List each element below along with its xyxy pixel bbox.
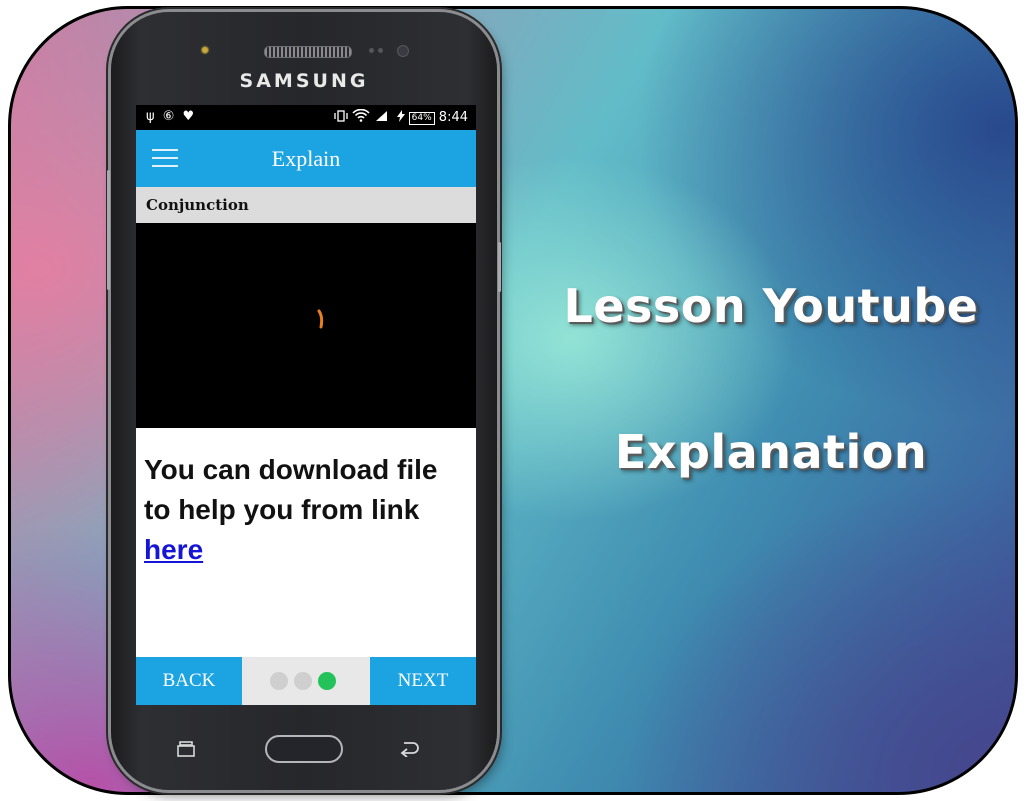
front-camera: [200, 45, 210, 55]
next-button[interactable]: NEXT: [370, 657, 476, 705]
back-button[interactable]: BACK: [136, 657, 242, 705]
battery-indicator: 64%: [408, 112, 435, 125]
content-line-1: You can download file: [144, 454, 438, 485]
sensor-dot: [369, 48, 374, 53]
headline-line2: Explanation: [614, 425, 928, 479]
vibrate-icon: [334, 110, 348, 122]
earpiece-speaker: [264, 46, 352, 58]
hardware-keys: [111, 717, 497, 767]
status-left-icons: ψ ⑥ ♥: [146, 109, 197, 124]
headline-line1: Lesson Youtube: [563, 279, 979, 333]
phone-device: SAMSUNG ψ ⑥ ♥ 64% 8:44 Explain Conjuncti…: [107, 12, 501, 790]
lesson-header: Conjunction: [136, 187, 476, 223]
clock: 8:44: [438, 110, 468, 125]
content-line-2: to help you from link: [144, 494, 420, 525]
home-button[interactable]: [265, 735, 343, 763]
page-title: Explain: [271, 146, 341, 171]
status-bar: ψ ⑥ ♥ 64% 8:44: [136, 105, 476, 130]
status-right: 64% 8:44: [334, 108, 468, 125]
proximity-sensor: [397, 45, 409, 57]
power-button: [498, 242, 501, 292]
brand-logo: SAMSUNG: [239, 70, 369, 92]
phone-screen: ψ ⑥ ♥ 64% 8:44 Explain Conjunction You c…: [136, 105, 476, 705]
youtube-video-player[interactable]: [136, 223, 476, 428]
download-link[interactable]: here: [144, 534, 203, 565]
signal-icon: [376, 111, 388, 121]
volume-button: [107, 170, 110, 290]
wifi-icon: [352, 108, 370, 122]
lesson-title: Conjunction: [146, 196, 249, 214]
page-dot-active: [318, 672, 336, 690]
charging-icon: [396, 110, 405, 122]
back-arrow-icon[interactable]: [399, 741, 421, 757]
loading-spinner-icon: [317, 309, 324, 329]
page-dot: [270, 672, 288, 690]
page-dot: [294, 672, 312, 690]
lesson-text: You can download file to help you from l…: [144, 450, 470, 570]
bottom-nav: BACK NEXT: [136, 657, 476, 705]
sensor-dot: [378, 48, 383, 53]
app-bar: Explain: [136, 130, 476, 187]
recent-apps-icon[interactable]: [177, 741, 195, 757]
